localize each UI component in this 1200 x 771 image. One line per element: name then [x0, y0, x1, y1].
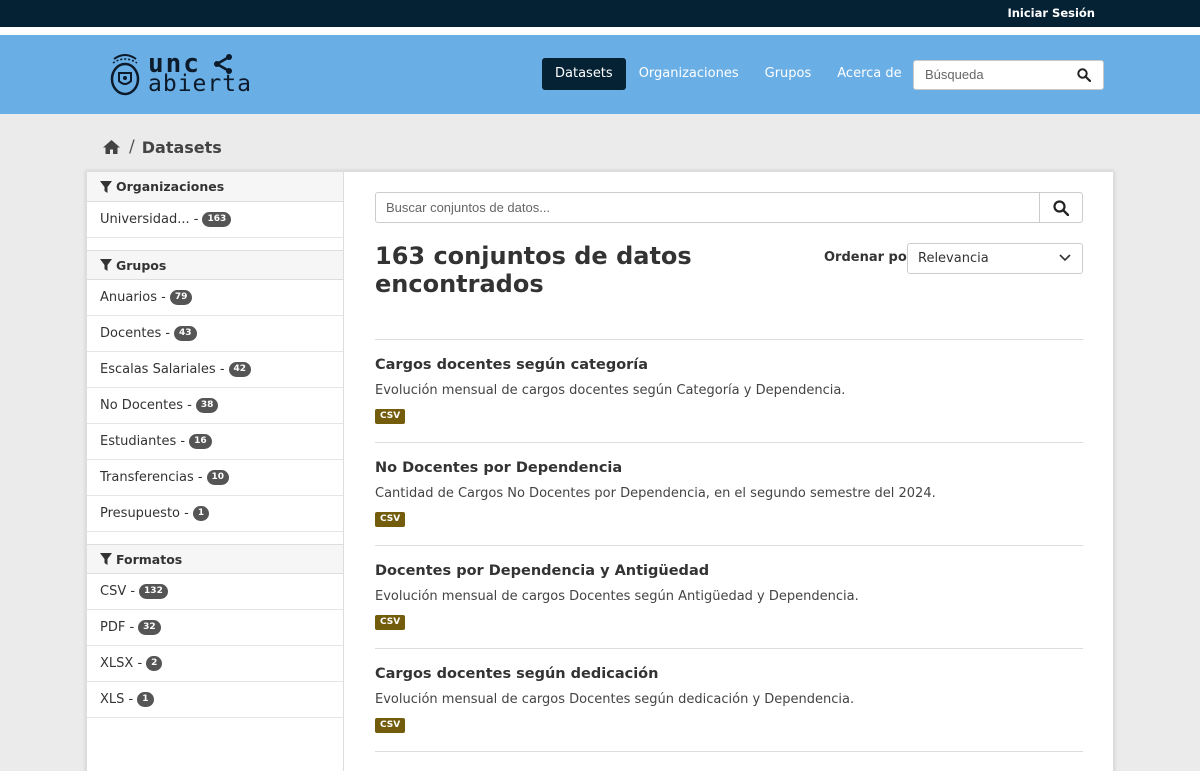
dataset-title-link[interactable]: Cargos docentes según dedicación: [375, 666, 658, 682]
filter-icon: [100, 180, 112, 193]
dataset-title-link[interactable]: No Docentes por Dependencia: [375, 460, 622, 476]
facet-item-csv[interactable]: CSV - 132: [87, 574, 343, 610]
nav-grupos[interactable]: Grupos: [752, 58, 825, 90]
facet-item-label: Docentes -: [100, 326, 171, 341]
count-badge: 163: [202, 212, 232, 227]
university-seal-icon: [110, 54, 140, 96]
facet-title: Formatos: [116, 551, 183, 567]
dataset-item: No Docentes por Dependencia Cantidad de …: [375, 442, 1083, 545]
breadcrumb-separator: /: [129, 137, 135, 157]
facet-header-grupos: Grupos: [87, 250, 343, 280]
facet-item-label: XLSX -: [100, 656, 143, 671]
facet-item-presupuesto[interactable]: Presupuesto - 1: [87, 496, 343, 532]
order-by-value: Relevancia: [918, 251, 989, 266]
breadcrumb-current[interactable]: Datasets: [142, 138, 222, 157]
facet-title: Grupos: [116, 257, 167, 273]
count-badge: 16: [189, 434, 212, 449]
count-badge: 43: [174, 326, 197, 341]
dataset-item: Docentes por Dependencia y Antigüedad Ev…: [375, 545, 1083, 648]
dataset-description: Evolución mensual de cargos Docentes seg…: [375, 692, 855, 707]
facet-title: Organizaciones: [116, 179, 225, 194]
facet-item-docentes[interactable]: Docentes - 43: [87, 316, 343, 352]
search-icon[interactable]: [1077, 68, 1091, 82]
dataset-item-divider: [375, 751, 1083, 761]
facet-header-formatos: Formatos: [87, 544, 343, 574]
facet-item-xls[interactable]: XLS - 1: [87, 682, 343, 718]
dataset-search-button[interactable]: [1039, 193, 1082, 222]
dataset-title-link[interactable]: Docentes por Dependencia y Antigüedad: [375, 563, 709, 579]
dataset-description: Evolución mensual de cargos Docentes seg…: [375, 589, 859, 604]
filter-icon: [100, 553, 112, 565]
main-panel: Organizaciones Universidad... - 163 Grup…: [86, 171, 1114, 771]
facet-item-anuarios[interactable]: Anuarios - 79: [87, 280, 343, 316]
dataset-item: Cargos docentes según dedicación Evoluci…: [375, 648, 1083, 751]
count-badge: 38: [195, 398, 219, 413]
facet-item-escalas-salariales[interactable]: Escalas Salariales - 42: [87, 352, 343, 388]
logo-abierta-text: abierta: [148, 71, 252, 97]
facet-spacer: [87, 238, 343, 250]
order-by-label: Ordenar por:: [824, 250, 919, 265]
facet-item-universidad[interactable]: Universidad... - 163: [87, 202, 343, 238]
masthead: unc abierta Datasets Organizaciones Grup…: [0, 35, 1200, 114]
count-badge: 79: [169, 290, 193, 305]
account-bar: Iniciar Sesión: [0, 0, 1200, 27]
facet-item-pdf[interactable]: PDF - 32: [87, 610, 343, 646]
facet-item-label: XLS -: [100, 692, 134, 707]
site-search-input[interactable]: [925, 67, 1065, 82]
dataset-list: Cargos docentes según categoría Evolució…: [375, 339, 1083, 752]
facet-item-label: Universidad... -: [100, 212, 199, 227]
nav-datasets[interactable]: Datasets: [542, 58, 626, 90]
login-link[interactable]: Iniciar Sesión: [1007, 6, 1095, 20]
count-badge: 42: [228, 362, 252, 377]
nav-acerca-de[interactable]: Acerca de: [824, 58, 914, 90]
main-nav: Datasets Organizaciones Grupos Acerca de: [542, 58, 915, 90]
facet-item-xlsx[interactable]: XLSX - 2: [87, 646, 343, 682]
facet-spacer: [87, 532, 343, 544]
count-badge: 32: [138, 620, 161, 635]
site-logo[interactable]: unc abierta: [108, 49, 251, 99]
facet-header-organizaciones: Organizaciones: [87, 172, 343, 202]
nav-organizaciones[interactable]: Organizaciones: [626, 58, 752, 90]
site-search-box: [913, 60, 1104, 90]
count-badge: 1: [192, 506, 210, 521]
facet-item-label: Presupuesto -: [100, 506, 189, 521]
facet-item-label: Anuarios -: [100, 290, 166, 305]
count-badge: 10: [206, 470, 230, 485]
format-badge[interactable]: CSV: [375, 512, 406, 527]
dataset-description: Cantidad de Cargos No Docentes por Depen…: [375, 486, 936, 501]
header-divider: [0, 27, 1200, 35]
breadcrumb: / Datasets: [102, 136, 222, 158]
facet-item-label: No Docentes -: [100, 398, 192, 413]
order-by-select[interactable]: Relevancia: [907, 243, 1083, 274]
facet-item-label: Estudiantes -: [100, 434, 186, 449]
facet-item-no-docentes[interactable]: No Docentes - 38: [87, 388, 343, 424]
chevron-down-icon: [1059, 254, 1071, 262]
dataset-item: Cargos docentes según categoría Evolució…: [375, 339, 1083, 442]
filter-icon: [100, 259, 112, 271]
format-badge[interactable]: CSV: [375, 615, 406, 630]
facet-item-label: CSV -: [100, 584, 136, 599]
facet-item-label: Escalas Salariales -: [100, 362, 225, 377]
count-badge: 1: [137, 692, 154, 707]
dataset-description: Evolución mensual de cargos docentes seg…: [375, 383, 846, 398]
facet-sidebar: Organizaciones Universidad... - 163 Grup…: [87, 172, 344, 771]
facet-item-transferencias[interactable]: Transferencias - 10: [87, 460, 343, 496]
dataset-search-box: [375, 192, 1083, 223]
dataset-title-link[interactable]: Cargos docentes según categoría: [375, 357, 648, 373]
results-count-title: 163 conjuntos de datos encontrados: [375, 242, 692, 298]
format-badge[interactable]: CSV: [375, 409, 406, 424]
count-badge: 132: [139, 584, 168, 599]
home-icon[interactable]: [102, 139, 121, 155]
format-badge[interactable]: CSV: [375, 718, 406, 733]
facet-item-label: Transferencias -: [100, 470, 203, 485]
facet-item-estudiantes[interactable]: Estudiantes - 16: [87, 424, 343, 460]
dataset-search-input[interactable]: [386, 200, 1026, 215]
count-badge: 2: [146, 656, 163, 671]
search-icon: [1053, 199, 1069, 216]
facet-item-label: PDF -: [100, 620, 135, 635]
